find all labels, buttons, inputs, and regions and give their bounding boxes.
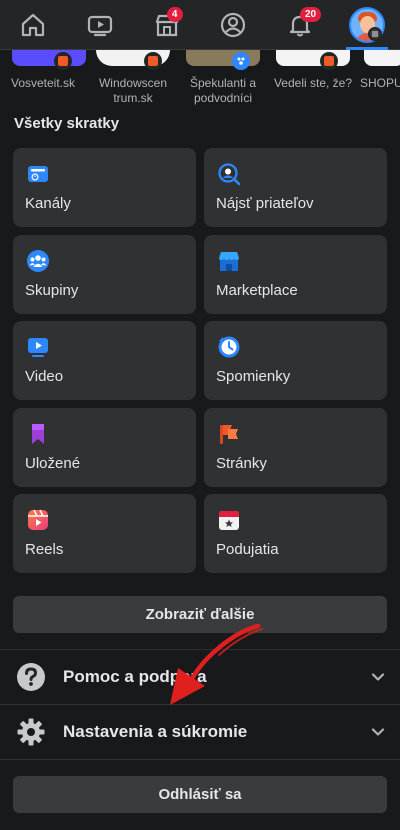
section-title: Všetky skratky bbox=[14, 115, 120, 132]
top-navigation-bar: 4 20 bbox=[0, 0, 400, 50]
settings-privacy-row[interactable]: Nastavenia a súkromie bbox=[0, 706, 400, 758]
home-icon bbox=[22, 13, 45, 36]
groups-icon bbox=[27, 250, 49, 272]
shortcut-find-friends[interactable]: Nájsť priateľov bbox=[204, 148, 387, 227]
marketplace-badge: 4 bbox=[166, 6, 183, 22]
shortcut-strip: Vosveteit.sk Windowscen trum.sk Špekulan… bbox=[0, 50, 400, 110]
shortcut-marketplace[interactable]: Marketplace bbox=[204, 235, 387, 314]
shortcut-memories[interactable]: Spomienky bbox=[204, 321, 387, 400]
video-icon bbox=[87, 15, 113, 36]
shortcut-pages[interactable]: Stránky bbox=[204, 408, 387, 487]
feeds-icon bbox=[28, 166, 48, 182]
menu-tab[interactable] bbox=[343, 1, 391, 49]
chevron-down-icon bbox=[371, 673, 385, 681]
reels-icon bbox=[28, 509, 48, 530]
logout-button[interactable]: Odhlásiť sa bbox=[13, 776, 387, 813]
divider bbox=[0, 704, 400, 705]
menu-hamburger-icon bbox=[368, 27, 382, 41]
help-support-label: Pomoc a podpora bbox=[63, 667, 207, 686]
gear-icon bbox=[17, 718, 45, 746]
watch-tab[interactable] bbox=[76, 1, 124, 49]
marketplace-tab[interactable]: 4 bbox=[143, 1, 191, 49]
notifications-tab[interactable]: 20 bbox=[276, 1, 324, 49]
shortcut-feeds[interactable]: Kanály bbox=[13, 148, 196, 227]
events-icon bbox=[219, 511, 239, 530]
profile-tab[interactable] bbox=[209, 1, 257, 49]
saved-icon bbox=[32, 424, 44, 444]
video-icon bbox=[28, 338, 48, 357]
shortcut-saved[interactable]: Uložené bbox=[13, 408, 196, 487]
memories-icon bbox=[218, 336, 240, 358]
settings-privacy-label: Nastavenia a súkromie bbox=[63, 722, 248, 741]
divider bbox=[0, 649, 400, 650]
pages-icon bbox=[220, 425, 238, 444]
help-support-row[interactable]: Pomoc a podpora bbox=[0, 651, 400, 703]
shortcut-video[interactable]: Video bbox=[13, 321, 196, 400]
shortcut-reels[interactable]: Reels bbox=[13, 494, 196, 573]
divider bbox=[0, 759, 400, 760]
shortcut-events[interactable]: Podujatia bbox=[204, 494, 387, 573]
find-friends-icon bbox=[218, 163, 241, 186]
notifications-badge: 20 bbox=[299, 6, 322, 22]
marketplace-icon bbox=[219, 252, 239, 271]
help-icon bbox=[17, 663, 45, 691]
home-tab[interactable] bbox=[9, 1, 57, 49]
see-more-button[interactable]: Zobraziť ďalšie bbox=[13, 596, 387, 633]
chevron-down-icon bbox=[371, 728, 385, 736]
shortcut-groups[interactable]: Skupiny bbox=[13, 235, 196, 314]
profile-icon bbox=[221, 12, 246, 37]
